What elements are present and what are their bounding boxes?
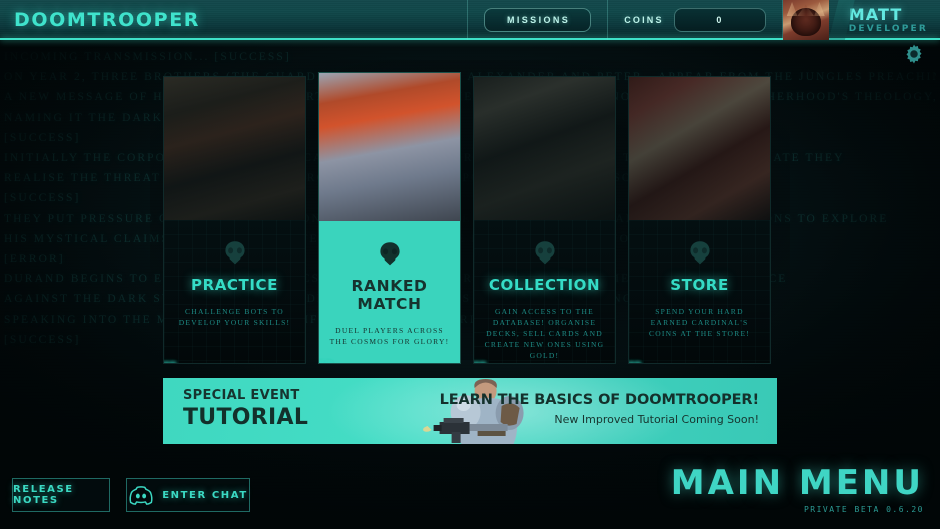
card-description: GAIN ACCESS TO THE DATABASE! ORGANISE DE… (484, 306, 605, 361)
skull-icon (222, 240, 248, 266)
skull-icon (532, 240, 558, 266)
mode-card-ranked-match[interactable]: RANKED MATCH DUEL PLAYERS ACROSS THE COS… (318, 72, 461, 364)
card-description: CHALLENGE BOTS TO DEVELOP YOUR SKILLS! (174, 306, 295, 328)
coins-cell: COINS 0 (608, 0, 782, 40)
card-artwork (319, 73, 460, 221)
corner-bracket (474, 363, 485, 364)
corner-bracket (164, 363, 175, 364)
card-artwork-dim (319, 73, 460, 221)
main-menu-screen: INCOMING TRANSMISSION... [SUCCESS]ON YEA… (0, 0, 940, 529)
corner-bracket (629, 363, 640, 364)
mode-card-collection[interactable]: COLLECTION GAIN ACCESS TO THE DATABASE! … (473, 76, 616, 364)
card-title: PRACTICE (174, 276, 295, 294)
banner-headline: LEARN THE BASICS OF DOOMTROOPER! (440, 392, 759, 408)
top-header-bar: DOOMTROOPER MISSIONS COINS 0 MATT DEVELO… (0, 0, 940, 40)
tutorial-banner[interactable]: SPECIAL EVENT TUTORIAL LEARN THE BASICS … (163, 378, 777, 444)
release-notes-button[interactable]: RELEASE NOTES (12, 478, 110, 512)
enter-chat-button[interactable]: ENTER CHAT (126, 478, 250, 512)
corner-bracket (629, 363, 640, 364)
card-body: PRACTICE CHALLENGE BOTS TO DEVELOP YOUR … (164, 220, 305, 363)
card-body: RANKED MATCH DUEL PLAYERS ACROSS THE COS… (319, 221, 460, 363)
card-title: COLLECTION (484, 276, 605, 294)
corner-bracket (319, 363, 330, 364)
corner-bracket (164, 363, 175, 364)
enter-chat-label: ENTER CHAT (162, 490, 248, 501)
corner-bracket (319, 363, 330, 364)
user-profile[interactable]: MATT DEVELOPER (783, 0, 940, 40)
corner-bracket (319, 363, 330, 364)
card-artwork-dim (629, 77, 770, 220)
user-name: MATT (849, 7, 928, 23)
corner-bracket (164, 363, 175, 364)
mode-card-store[interactable]: STORE SPEND YOUR HARD EARNED CARDINAL'S … (628, 76, 771, 364)
coins-label: COINS (624, 15, 664, 25)
avatar (783, 0, 829, 40)
banner-right-text: LEARN THE BASICS OF DOOMTROOPER! New Imp… (440, 392, 759, 426)
lore-line: INCOMING TRANSMISSION... [SUCCESS] (4, 47, 936, 67)
corner-bracket (319, 363, 330, 364)
card-description: SPEND YOUR HARD EARNED CARDINAL'S COINS … (639, 306, 760, 339)
app-logo: DOOMTROOPER (14, 9, 200, 31)
skull-icon (687, 240, 713, 266)
settings-button[interactable] (901, 41, 927, 67)
coins-value: 0 (674, 8, 766, 32)
banner-title: TUTORIAL (183, 405, 308, 430)
screen-title-block: MAIN MENU PRIVATE BETA 0.6.20 (671, 466, 924, 514)
screen-title: MAIN MENU (671, 466, 924, 500)
gear-icon (903, 43, 925, 65)
card-artwork (629, 77, 770, 220)
user-text: MATT DEVELOPER (849, 7, 928, 34)
card-body: STORE SPEND YOUR HARD EARNED CARDINAL'S … (629, 220, 770, 363)
mode-card-list: PRACTICE CHALLENGE BOTS TO DEVELOP YOUR … (163, 76, 777, 364)
card-artwork (164, 77, 305, 220)
banner-note: New Improved Tutorial Coming Soon! (440, 413, 759, 426)
mode-card-practice[interactable]: PRACTICE CHALLENGE BOTS TO DEVELOP YOUR … (163, 76, 306, 364)
corner-bracket (474, 363, 485, 364)
card-artwork (474, 77, 615, 220)
release-notes-label: RELEASE NOTES (13, 484, 109, 506)
corner-bracket (164, 363, 175, 364)
banner-subtitle: SPECIAL EVENT (183, 388, 308, 403)
card-title: RANKED MATCH (329, 277, 450, 313)
card-artwork-dim (474, 77, 615, 220)
corner-bracket (629, 363, 640, 364)
missions-button[interactable]: MISSIONS (484, 8, 591, 32)
banner-left-text: SPECIAL EVENT TUTORIAL (183, 388, 308, 430)
skull-icon (377, 241, 403, 267)
card-description: DUEL PLAYERS ACROSS THE COSMOS FOR GLORY… (329, 325, 450, 347)
version-label: PRIVATE BETA 0.6.20 (671, 505, 924, 514)
corner-bracket (474, 363, 485, 364)
corner-bracket (474, 363, 485, 364)
card-artwork-dim (164, 77, 305, 220)
user-role: DEVELOPER (849, 25, 928, 34)
discord-icon (128, 485, 154, 505)
card-body: COLLECTION GAIN ACCESS TO THE DATABASE! … (474, 220, 615, 363)
corner-bracket (629, 363, 640, 364)
missions-cell: MISSIONS (468, 0, 607, 40)
card-title: STORE (639, 276, 760, 294)
